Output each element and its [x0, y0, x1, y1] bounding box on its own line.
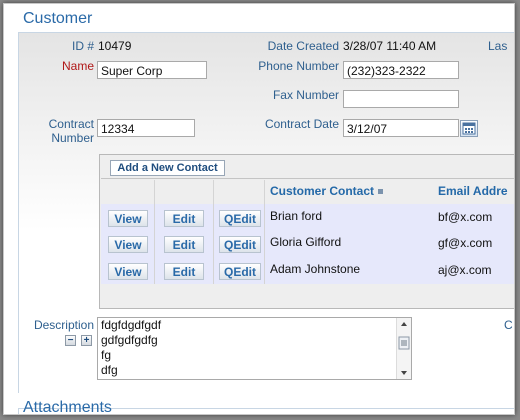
name-input[interactable]: Super Corp	[97, 61, 207, 79]
description-line: fdgfdgdfgdf	[101, 318, 162, 332]
contract-number-label-line2: Number	[51, 131, 94, 145]
column-header-email[interactable]: Email Addre	[438, 184, 508, 198]
calendar-icon[interactable]	[460, 120, 478, 137]
description-line: gdfgdfgdfg	[101, 333, 158, 347]
contact-email: bf@x.com	[438, 210, 493, 224]
edit-contact-button[interactable]: Edit	[164, 263, 204, 280]
contact-email: aj@x.com	[438, 263, 492, 277]
contact-email: gf@x.com	[438, 236, 493, 250]
description-label: Description	[33, 318, 94, 332]
quick-edit-contact-button[interactable]: QEdit	[219, 263, 261, 280]
customer-section-title: Customer	[23, 10, 93, 27]
contract-number-label: Contract Number	[24, 117, 94, 145]
fax-input[interactable]	[343, 90, 459, 108]
phone-input[interactable]: (232)323-2322	[343, 61, 459, 79]
last-modified-label: Las	[488, 39, 508, 53]
phone-label: Phone Number	[258, 59, 339, 73]
view-contact-button[interactable]: View	[108, 236, 148, 253]
quick-edit-contact-button[interactable]: QEdit	[219, 236, 261, 253]
description-line: fg	[101, 348, 112, 362]
description-scrollbar[interactable]	[396, 318, 411, 379]
contact-name: Adam Johnstone	[270, 262, 361, 276]
view-contact-button[interactable]: View	[108, 210, 148, 227]
column-header-customer-contact-label: Customer Contact	[270, 184, 375, 198]
scroll-up-icon	[401, 322, 407, 326]
contract-date-input[interactable]: 3/12/07	[343, 119, 459, 137]
grid-column-divider	[264, 180, 265, 284]
contact-name: Gloria Gifford	[270, 235, 342, 249]
quick-edit-contact-button[interactable]: QEdit	[219, 210, 261, 227]
id-value: 10479	[98, 39, 132, 53]
attachments-section-title: Attachments	[23, 399, 112, 415]
edit-contact-button[interactable]: Edit	[164, 236, 204, 253]
grid-column-divider	[213, 180, 214, 284]
collapse-description-button[interactable]: −	[65, 335, 76, 346]
sort-icon[interactable]	[378, 189, 384, 195]
description-textarea[interactable]: fdgfdgdfgdf gdfgdfgdfg fg dfg	[97, 317, 412, 380]
description-line: dfg	[101, 363, 118, 377]
expand-description-button[interactable]: +	[81, 335, 92, 346]
contract-number-input[interactable]: 12334	[97, 119, 195, 137]
contact-name: Brian ford	[270, 209, 323, 223]
contract-number-label-line1: Contract	[48, 117, 94, 131]
scroll-down-icon	[401, 371, 407, 375]
grid-column-divider	[154, 180, 155, 284]
view-contact-button[interactable]: View	[108, 263, 148, 280]
fax-label: Fax Number	[272, 88, 339, 102]
column-header-customer-contact[interactable]: Customer Contact	[270, 184, 384, 198]
edit-contact-button[interactable]: Edit	[164, 210, 204, 227]
date-created-label: Date Created	[267, 39, 339, 53]
add-contact-button[interactable]: Add a New Contact	[110, 160, 225, 176]
id-label: ID #	[71, 39, 94, 53]
name-label: Name	[61, 59, 94, 73]
customer-window: Customer ID # 10479 Date Created 3/28/07…	[3, 3, 515, 415]
contract-date-label: Contract Date	[264, 117, 339, 131]
right-column-label: C	[504, 318, 513, 332]
grid-toolbar-divider	[101, 178, 514, 179]
date-created-value: 3/28/07 11:40 AM	[343, 39, 437, 53]
